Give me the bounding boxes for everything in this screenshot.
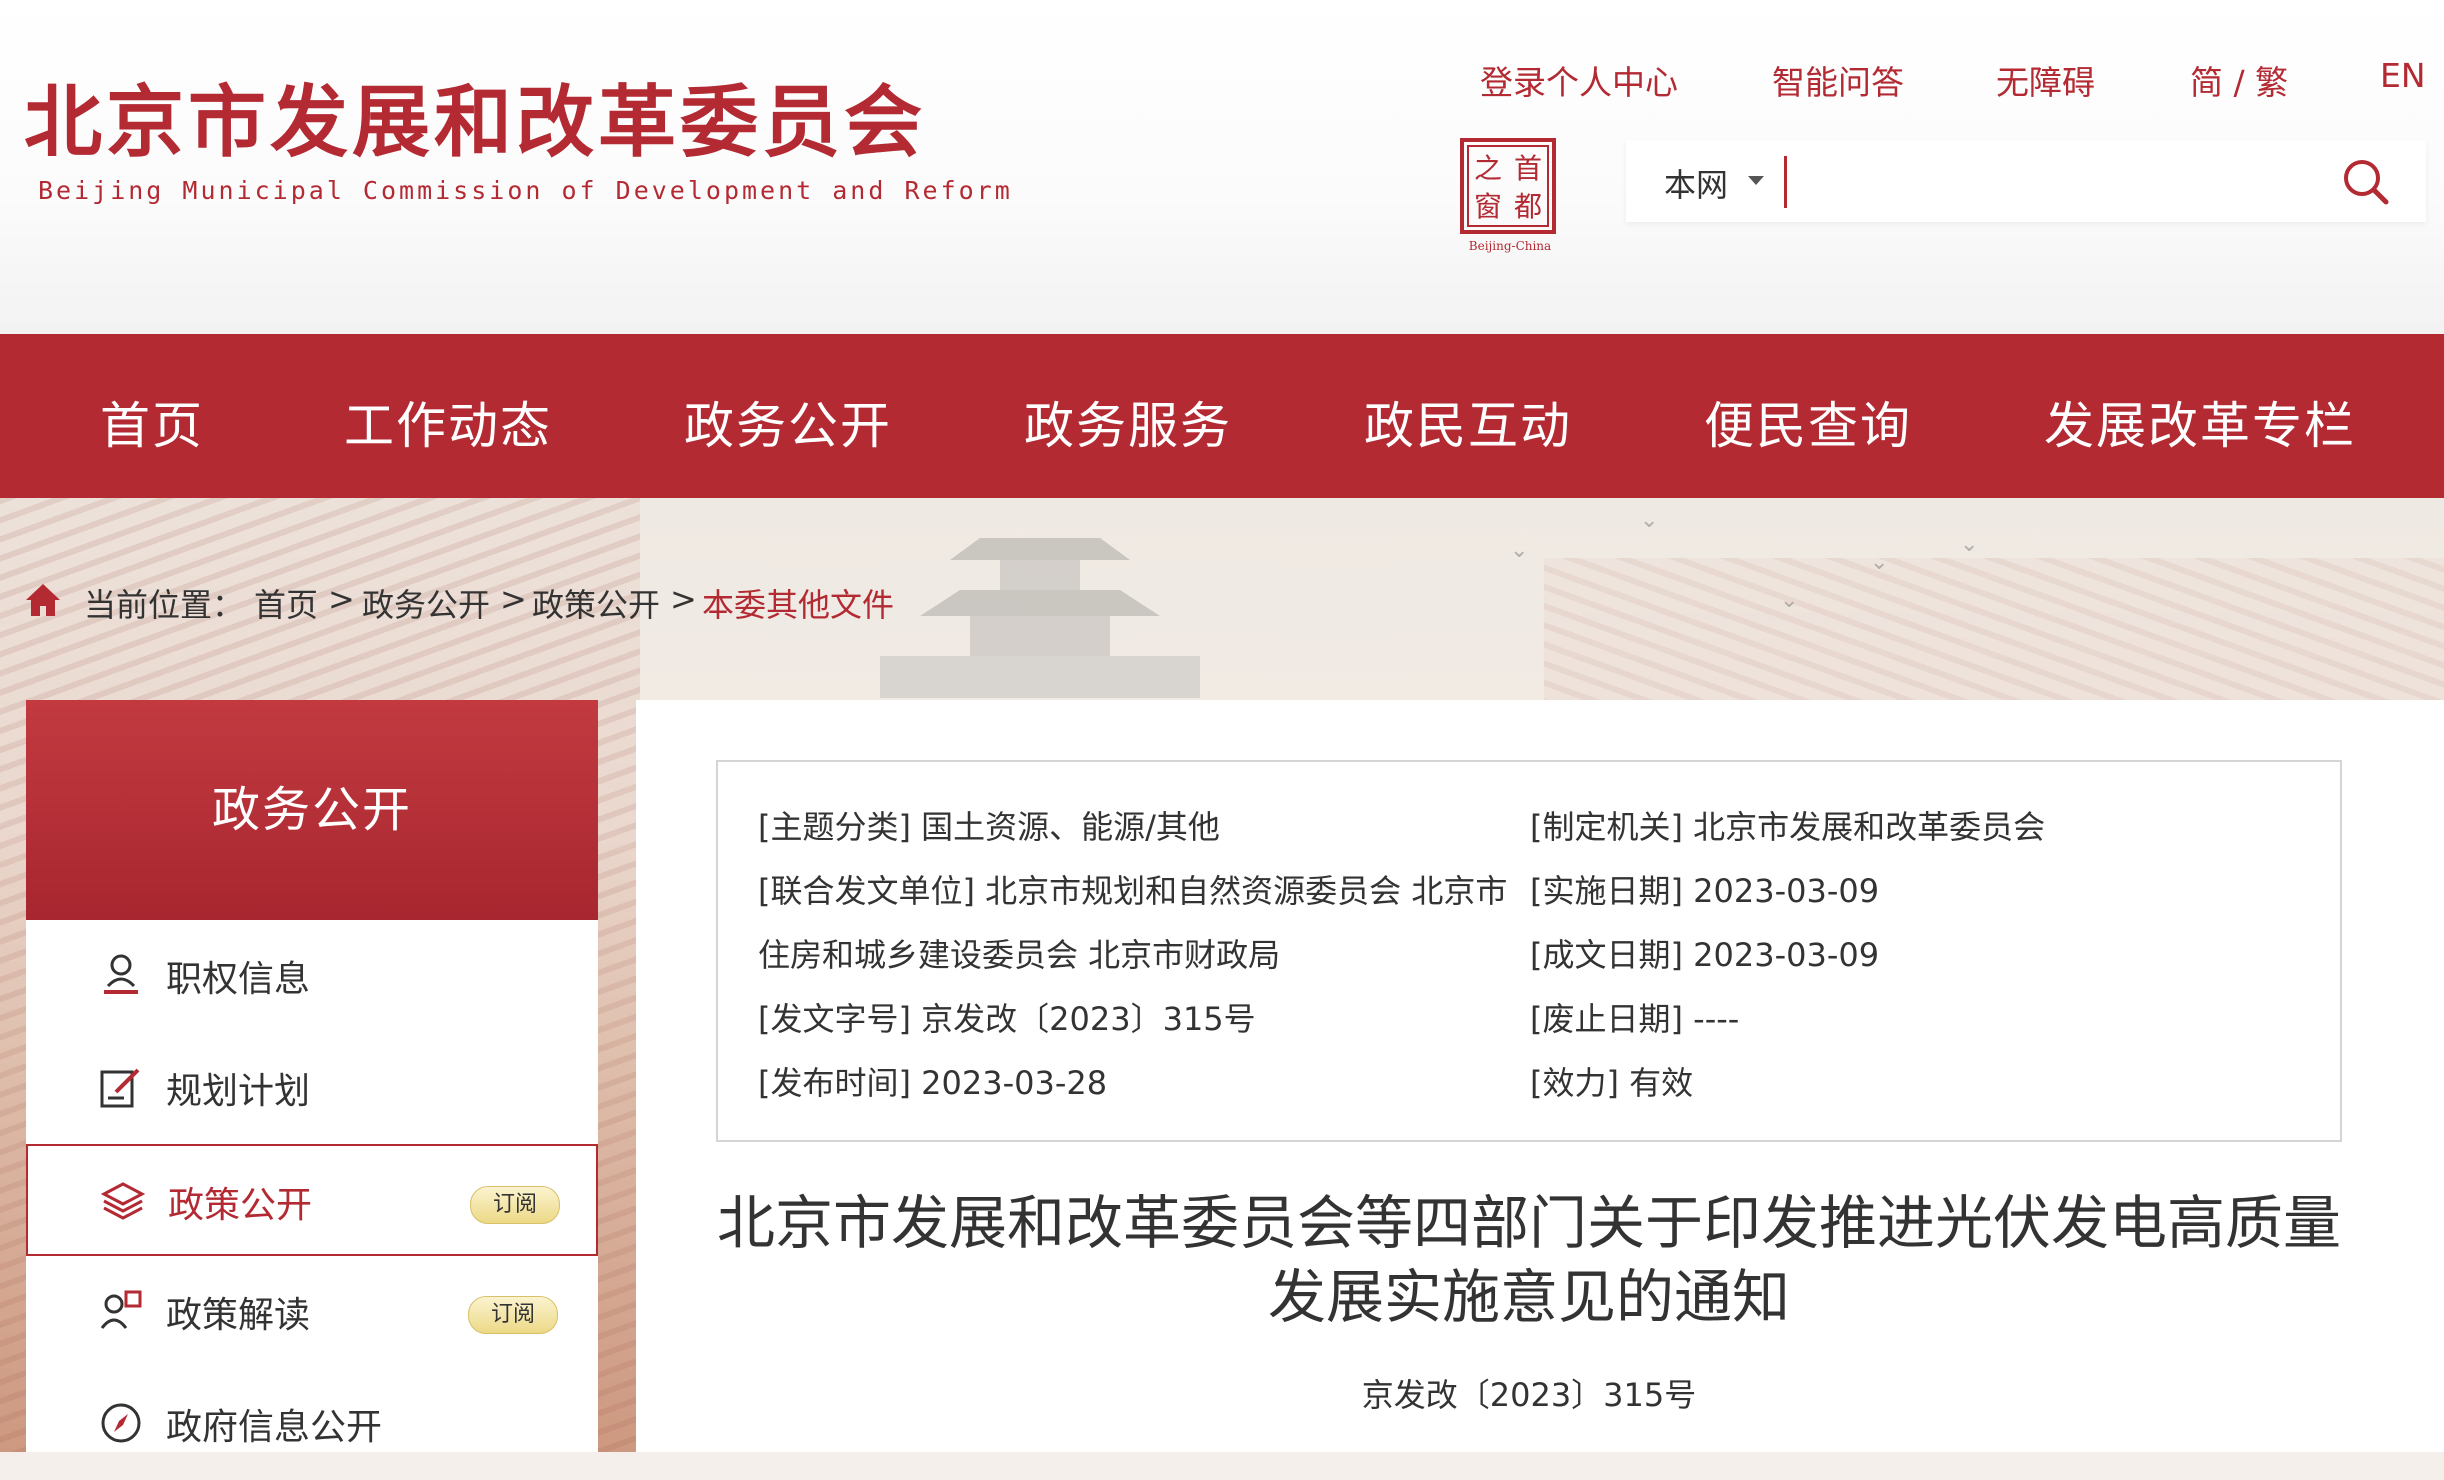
english-link[interactable]: EN [2380,56,2426,95]
bird: ⌄ [1780,588,1799,613]
document-title: 北京市发展和改革委员会等四部门关于印发推进光伏发电高质量发展实施意见的通知 [716,1189,2341,1331]
bird: ⌄ [1960,532,1979,557]
breadcrumb-separator: > [670,580,697,618]
bird: ⌄ [1510,538,1529,563]
sidebar-item-gov-info-disclosure[interactable]: 政府信息公开 [26,1368,598,1480]
main-content: [主题分类] 国土资源、能源/其他 [联合发文单位] 北京市规划和自然资源委员会… [636,700,2444,1452]
document-number: 京发改〔2023〕315号 [1361,1376,1697,1414]
sidebar-item-label: 职权信息 [166,959,311,1000]
sidebar-item-plans[interactable]: 规划计划 [26,1032,598,1144]
sidebar: 政务公开 职权信息 规划计划 政策公开 订阅 政策解读 订阅 政府信息公开 [26,700,598,1452]
seal-char: 之 [1474,152,1502,185]
meta-issuer: [制定机关] 北京市发展和改革委员会 [1530,808,2046,846]
breadcrumb-policy[interactable]: 政策公开 [532,580,660,626]
sidebar-item-policy-interpretation[interactable]: 政策解读 订阅 [26,1256,598,1368]
site-logo-chinese[interactable]: 北京市发展和改革委员会 [24,60,926,172]
breadcrumb-government-affairs[interactable]: 政务公开 [362,580,490,626]
smart-qa-link[interactable]: 智能问答 [1772,56,1904,104]
compass-icon [101,1403,141,1443]
breadcrumb-separator: > [328,580,355,618]
meta-written-date: [成文日期] 2023-03-09 [1530,936,1880,974]
breadcrumb-separator: > [500,580,527,618]
nav-item-inquiry[interactable]: 便民查询 [1704,386,1912,458]
sidebar-item-authority-info[interactable]: 职权信息 [26,920,598,1032]
subscribe-button[interactable]: 订阅 [470,1186,560,1224]
meta-abolish-date: [废止日期] ---- [1530,1000,1740,1038]
meta-joint-issuers: [联合发文单位] 北京市规划和自然资源委员会 北京市 [758,872,1508,910]
search-bar: 本网 [1626,140,2426,222]
pavilion-silhouette [880,538,1200,698]
person-chat-icon [100,1290,142,1329]
site-header: 北京市发展和改革委员会 Beijing Municipal Commission… [0,0,2444,334]
nav-item-reform-column[interactable]: 发展改革专栏 [2044,386,2356,458]
sidebar-item-label: 政府信息公开 [166,1407,383,1448]
seal-caption: Beijing-China [1469,239,1551,253]
search-input[interactable] [1784,156,2339,208]
home-icon[interactable] [24,582,62,618]
sidebar-title: 政务公开 [26,700,598,920]
meta-joint-issuers-cont: 住房和城乡建设委员会 北京市财政局 [758,936,1281,974]
sidebar-item-label: 政策公开 [168,1185,313,1226]
nav-item-work-news[interactable]: 工作动态 [344,386,552,458]
document-metadata: [主题分类] 国土资源、能源/其他 [联合发文单位] 北京市规划和自然资源委员会… [716,760,2342,1142]
main-nav: 首页 工作动态 政务公开 政务服务 政民互动 便民查询 发展改革专栏 [0,334,2444,498]
bird: ⌄ [1640,508,1659,533]
seal-char: 窗 [1474,190,1502,223]
seal-char: 首 [1514,152,1542,185]
edit-document-icon [100,1068,140,1108]
seal-char: 都 [1514,190,1542,223]
meta-publish-date: [发布时间] 2023-03-28 [758,1064,1108,1102]
meta-effective-date: [实施日期] 2023-03-09 [1530,872,1880,910]
nav-item-interaction[interactable]: 政民互动 [1364,386,1572,458]
simplified-traditional-toggle[interactable]: 简 / 繁 [2190,56,2288,104]
sidebar-item-policy-publication[interactable]: 政策公开 订阅 [26,1144,598,1256]
sidebar-item-label: 规划计划 [166,1071,311,1112]
chevron-down-icon[interactable] [1748,176,1764,185]
nav-item-government-affairs[interactable]: 政务公开 [684,386,892,458]
nav-item-home[interactable]: 首页 [100,386,204,458]
meta-validity: [效力] 有效 [1530,1064,1694,1102]
breadcrumb-current[interactable]: 本委其他文件 [702,580,894,626]
breadcrumb-home[interactable]: 首页 [254,580,318,626]
accessibility-link[interactable]: 无障碍 [1996,56,2095,104]
user-stamp-icon [104,954,138,994]
meta-doc-number: [发文字号] 京发改〔2023〕315号 [758,1000,1256,1038]
search-icon[interactable] [2338,154,2394,210]
breadcrumb-label: 当前位置： [84,586,245,624]
site-logo-english: Beijing Municipal Commission of Developm… [38,176,1013,205]
sidebar-item-label: 政策解读 [166,1295,311,1336]
subscribe-button[interactable]: 订阅 [468,1296,558,1334]
capital-window-seal-icon[interactable]: 之 首 窗 都 Beijing-China [1458,136,1562,254]
nav-item-services[interactable]: 政务服务 [1024,386,1232,458]
meta-topic: [主题分类] 国土资源、能源/其他 [758,808,1220,846]
bird: ⌄ [1870,550,1889,575]
search-scope-select[interactable]: 本网 [1664,160,1728,206]
layers-icon [100,1182,146,1220]
login-center-link[interactable]: 登录个人中心 [1480,56,1678,104]
